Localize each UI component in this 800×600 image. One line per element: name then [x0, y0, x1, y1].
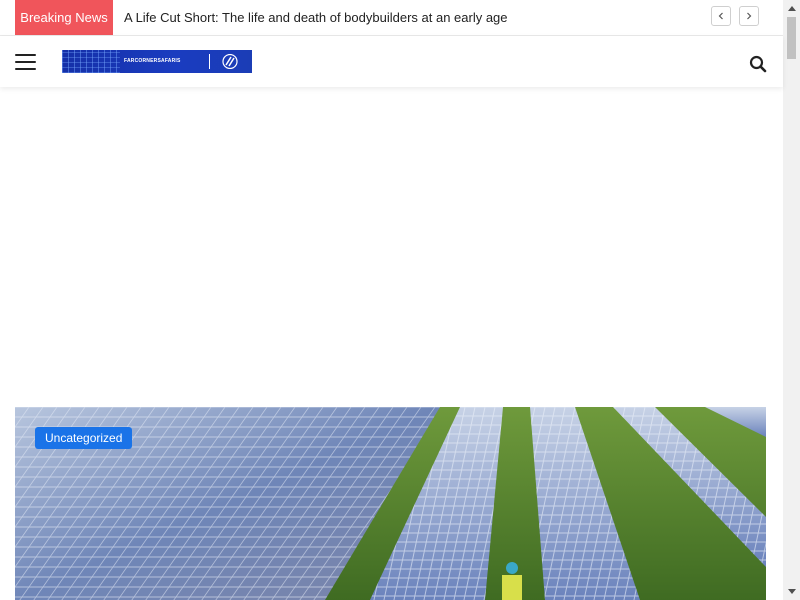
breaking-news-headline-link[interactable]: A Life Cut Short: The life and death of … — [124, 0, 508, 35]
scroll-up-button[interactable] — [783, 0, 800, 17]
breaking-news-label: Breaking News — [15, 0, 113, 35]
hamburger-menu-button[interactable] — [15, 54, 36, 70]
page: Breaking News A Life Cut Short: The life… — [0, 0, 800, 600]
logo-text: FARCORNERSAFARIS — [124, 58, 181, 64]
logo-mark-icon — [222, 54, 238, 69]
logo-divider — [209, 54, 210, 69]
ad-space — [0, 87, 783, 407]
scroll-thumb[interactable] — [787, 17, 796, 59]
search-icon — [749, 55, 767, 73]
ticker-prev-button[interactable] — [711, 6, 731, 26]
triangle-up-icon — [787, 6, 796, 11]
breaking-news-bar: Breaking News A Life Cut Short: The life… — [0, 0, 783, 36]
triangle-down-icon — [787, 589, 796, 594]
chevron-right-icon — [747, 12, 752, 20]
logo-pattern — [62, 50, 120, 73]
category-badge[interactable]: Uncategorized — [35, 427, 133, 449]
chevron-left-icon — [718, 12, 723, 20]
search-button[interactable] — [749, 55, 767, 73]
hamburger-menu-icon — [15, 54, 36, 56]
ticker-next-button[interactable] — [739, 6, 759, 26]
page-scrollbar[interactable] — [783, 0, 800, 600]
scroll-down-button[interactable] — [783, 583, 800, 600]
site-logo[interactable]: FARCORNERSAFARIS — [62, 50, 252, 73]
site-header: FARCORNERSAFARIS — [0, 36, 783, 87]
featured-post-image[interactable]: Uncategorized — [15, 407, 766, 600]
